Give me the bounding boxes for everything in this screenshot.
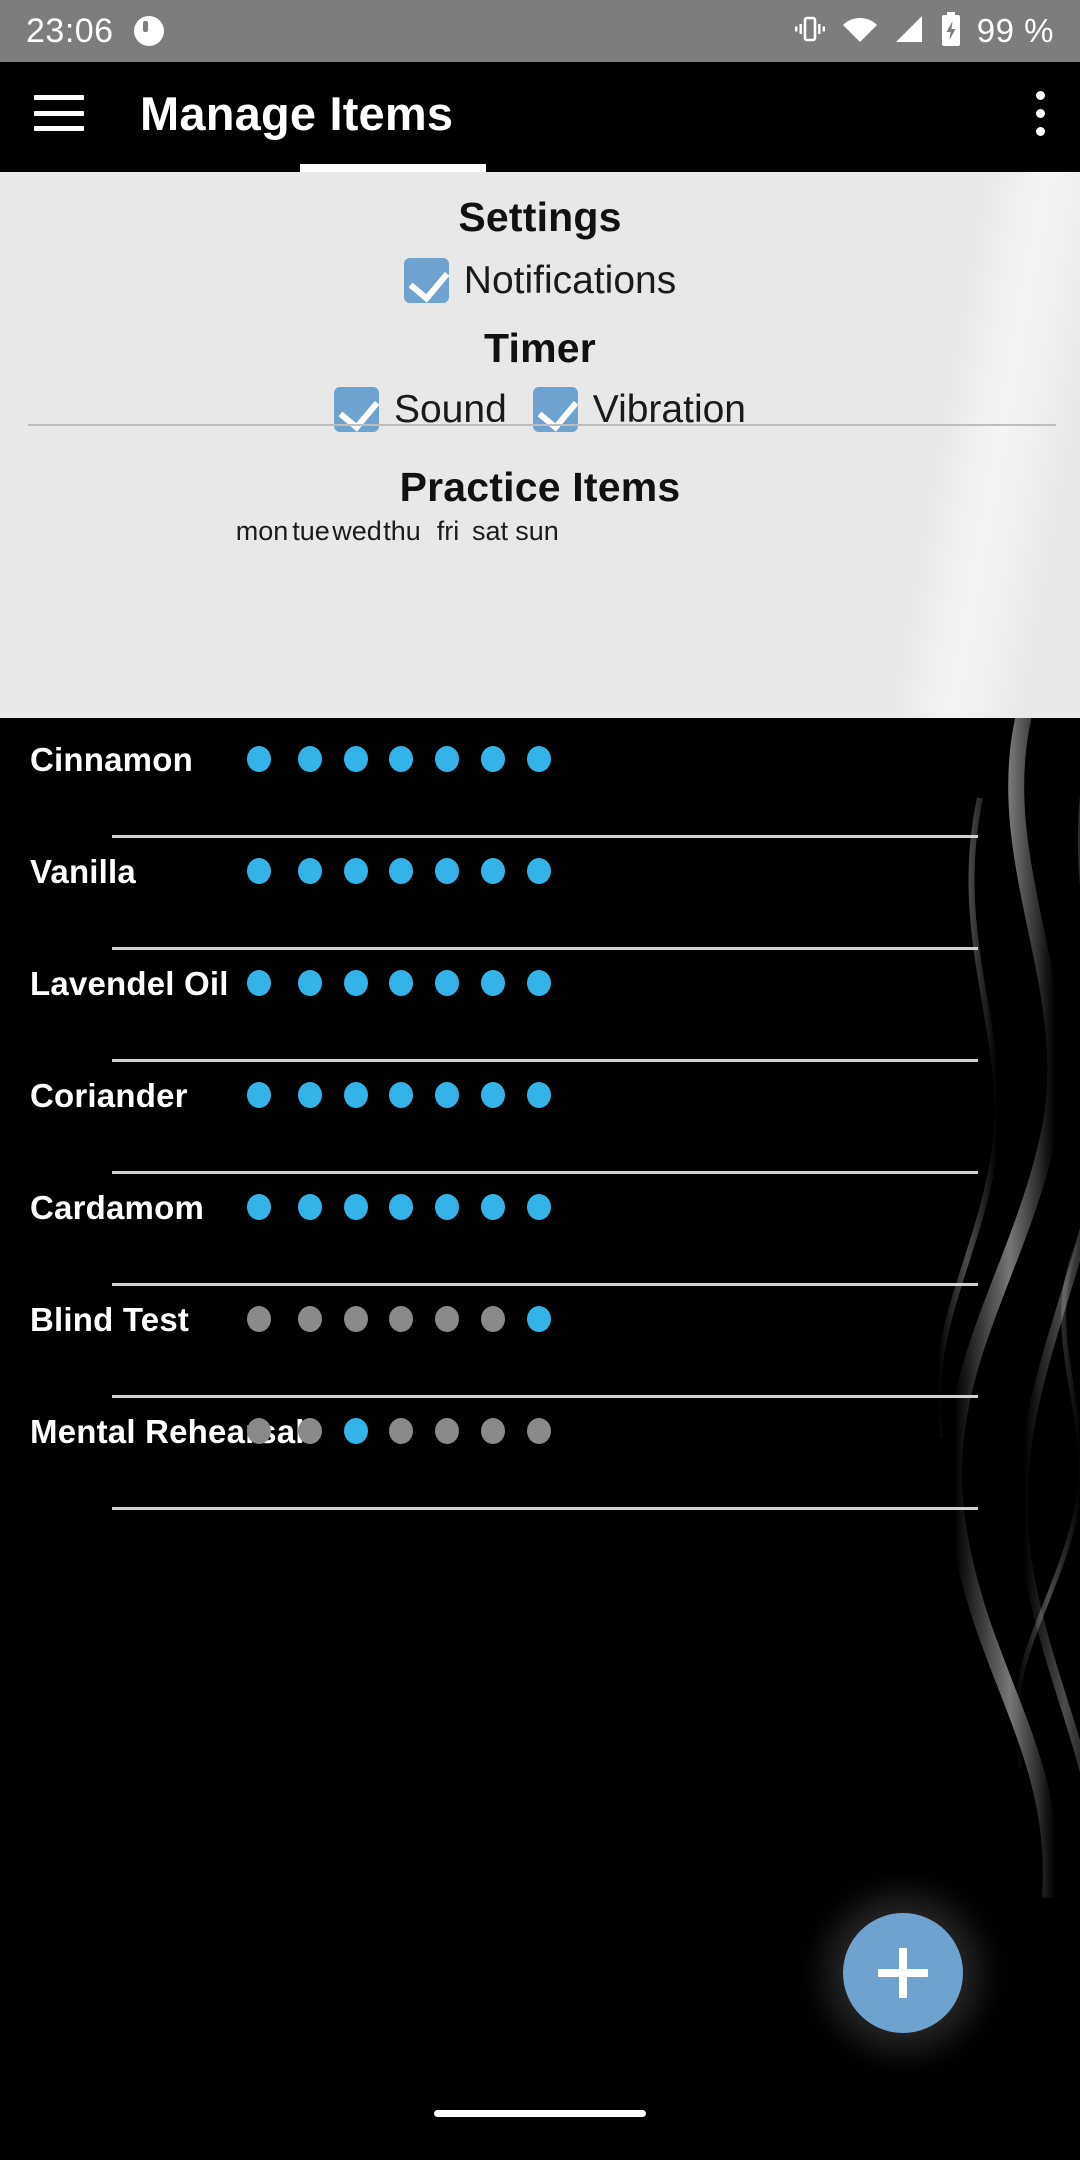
day-dot-wed-active[interactable] [344,746,368,772]
day-dot-mon-active[interactable] [247,858,271,884]
weekday-label-mon: mon [235,516,289,546]
day-dot-thu-inactive[interactable] [389,1306,413,1332]
day-dot-fri-active[interactable] [435,746,459,772]
day-dot-sat-active[interactable] [481,970,505,996]
notifications-label: Notifications [463,258,677,302]
day-dot-wed-active[interactable] [344,1194,368,1220]
day-dot-fri-active[interactable] [435,1082,459,1108]
notifications-checkbox-item[interactable]: Notifications [403,258,677,303]
day-dot-sat-active[interactable] [481,1082,505,1108]
day-dot-sun-active[interactable] [527,746,551,772]
battery-charging-icon [939,11,963,51]
day-dot-sun-active[interactable] [527,1082,551,1108]
practice-item-name: Coriander [30,1077,188,1114]
day-dot-mon-active[interactable] [247,970,271,996]
day-dot-mon-inactive[interactable] [247,1306,271,1332]
page-title: Manage Items [140,86,454,140]
app-root: 23:06 99 % Manage Items Settings Notific… [0,0,1080,2160]
table-row[interactable]: Mental Rehearsal [0,1371,1080,1525]
day-dot-sat-active[interactable] [481,858,505,884]
add-item-fab[interactable] [843,1913,963,2033]
practice-item-name: Cardamom [30,1189,204,1226]
day-dot-tue-active[interactable] [298,746,322,772]
tab-indicator-active[interactable] [300,164,486,172]
tab-strip [0,164,1080,172]
section-divider [28,424,1056,426]
practice-item-name: Blind Test [30,1301,190,1338]
timer-heading: Timer [484,325,596,371]
day-dot-tue-inactive[interactable] [298,1418,322,1444]
weekday-label-thu: thu [383,516,421,546]
practice-item-name: Lavendel Oil [30,965,229,1002]
day-dot-thu-active[interactable] [389,1082,413,1108]
day-dot-sun-active[interactable] [527,1306,551,1332]
day-dot-mon-active[interactable] [247,1082,271,1108]
day-dot-wed-active[interactable] [344,970,368,996]
day-dot-thu-active[interactable] [389,970,413,996]
practice-items-heading: Practice Items [399,464,681,510]
settings-heading: Settings [458,194,622,240]
day-dot-mon-inactive[interactable] [247,1418,271,1444]
checkbox-checked-icon[interactable] [403,258,449,303]
day-dot-thu-active[interactable] [389,1194,413,1220]
day-dot-sun-inactive[interactable] [527,1418,551,1444]
weekday-header-row: mon tue wed thu fri sat sun [0,516,1080,556]
day-dot-sun-active[interactable] [527,1194,551,1220]
row-divider [112,1507,978,1510]
battery-percentage: 99 % [976,12,1054,49]
signal-icon [893,14,925,49]
day-dot-tue-active[interactable] [298,1082,322,1108]
day-dot-sun-active[interactable] [527,970,551,996]
status-bar: 23:06 99 % [0,0,1080,62]
day-dot-sat-inactive[interactable] [481,1306,505,1332]
vibrate-icon [793,13,827,50]
practice-item-name: Cinnamon [30,741,193,778]
day-dot-fri-inactive[interactable] [435,1418,459,1444]
day-dot-wed-active[interactable] [344,1418,368,1444]
day-dot-tue-active[interactable] [298,970,322,996]
day-dot-fri-active[interactable] [435,858,459,884]
status-bar-clock: 23:06 [26,11,114,50]
day-dot-thu-inactive[interactable] [389,1418,413,1444]
day-dot-sat-active[interactable] [481,746,505,772]
notifications-row: Notifications [0,258,1080,303]
weekday-label-wed: wed [332,516,382,546]
day-dot-wed-inactive[interactable] [344,1306,368,1332]
wifi-icon [841,14,879,49]
weekday-label-fri: fri [436,516,460,546]
hamburger-menu-icon[interactable] [34,95,84,131]
moon-icon [133,16,164,46]
day-dot-tue-active[interactable] [298,858,322,884]
day-dot-thu-active[interactable] [389,746,413,772]
day-dot-sat-active[interactable] [481,1194,505,1220]
weekday-label-sun: sun [515,516,559,546]
settings-panel: Settings Notifications Timer Sound Vibra… [0,172,1080,718]
day-dot-wed-active[interactable] [344,1082,368,1108]
practice-item-name: Vanilla [30,853,136,890]
status-bar-right: 99 % [793,11,1054,51]
day-dot-tue-active[interactable] [298,1194,322,1220]
day-dot-fri-inactive[interactable] [435,1306,459,1332]
weekday-label-sat: sat [471,516,509,546]
day-dot-tue-inactive[interactable] [298,1306,322,1332]
day-dot-fri-active[interactable] [435,1194,459,1220]
nav-home-pill[interactable] [434,2110,646,2117]
day-dot-thu-active[interactable] [389,858,413,884]
day-dot-wed-active[interactable] [344,858,368,884]
day-dot-sun-active[interactable] [527,858,551,884]
day-dot-mon-active[interactable] [247,746,271,772]
more-vertical-icon[interactable] [1034,90,1046,136]
status-bar-left: 23:06 [26,12,164,51]
app-bar: Manage Items [0,62,1080,164]
day-dot-mon-active[interactable] [247,1194,271,1220]
weekday-label-tue: tue [292,516,330,546]
system-nav-bar [0,2088,1080,2160]
day-dot-sat-inactive[interactable] [481,1418,505,1444]
day-dot-fri-active[interactable] [435,970,459,996]
